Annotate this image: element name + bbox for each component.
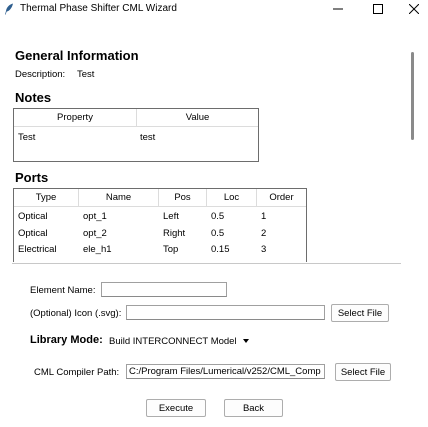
close-button[interactable]: [402, 0, 426, 18]
title-bar: Thermal Phase Shifter CML Wizard: [0, 0, 428, 18]
ports-cell[interactable]: 0.15: [211, 244, 230, 255]
cml-compiler-path-input[interactable]: C:/Program Files/Lumerical/v252/CML_Comp: [126, 364, 325, 379]
ports-cell[interactable]: Optical: [18, 211, 48, 222]
scroll-region[interactable]: General Information Description: Test No…: [0, 18, 428, 262]
icon-label: (Optional) Icon (.svg):: [30, 308, 122, 319]
ports-cell[interactable]: 0.5: [211, 211, 224, 222]
element-name-input[interactable]: [101, 282, 227, 297]
ports-cell[interactable]: Top: [163, 244, 178, 255]
notes-column-header[interactable]: Value: [137, 109, 258, 127]
element-name-label: Element Name:: [30, 285, 96, 296]
close-icon: [409, 4, 419, 14]
library-mode-dropdown[interactable]: Build INTERCONNECT Model: [109, 333, 249, 349]
ports-cell[interactable]: Optical: [18, 228, 48, 239]
ports-cell[interactable]: Left: [163, 211, 179, 222]
ports-column-header[interactable]: Type: [14, 189, 79, 207]
ports-cell[interactable]: opt_2: [83, 228, 107, 239]
chevron-down-icon: [242, 339, 249, 343]
ports-cell[interactable]: 3: [261, 244, 266, 255]
ports-cell[interactable]: 1: [261, 211, 266, 222]
ports-cell[interactable]: Electrical: [18, 244, 57, 255]
section-divider: [12, 263, 401, 264]
description-value: Test: [77, 69, 95, 80]
ports-cell[interactable]: 0.5: [211, 228, 224, 239]
ports-column-header[interactable]: Order: [257, 189, 306, 207]
description-label: Description:: [15, 69, 66, 80]
maximize-button[interactable]: [366, 0, 390, 18]
feather-icon: [4, 3, 14, 15]
notes-cell[interactable]: test: [140, 132, 155, 143]
library-mode-value: Build INTERCONNECT Model: [109, 335, 237, 347]
notes-table[interactable]: Property Value Test test: [13, 108, 259, 162]
icon-path-input[interactable]: [126, 305, 325, 320]
ports-cell[interactable]: opt_1: [83, 211, 107, 222]
notes-cell[interactable]: Test: [18, 132, 35, 143]
notes-heading: Notes: [15, 90, 52, 105]
ports-column-header[interactable]: Name: [79, 189, 159, 207]
window-title: Thermal Phase Shifter CML Wizard: [20, 3, 177, 14]
minimize-button[interactable]: [326, 0, 350, 18]
library-mode-label: Library Mode:: [30, 334, 103, 346]
ports-cell[interactable]: Right: [163, 228, 185, 239]
cml-compiler-path-label: CML Compiler Path:: [34, 367, 120, 378]
ports-table[interactable]: Type Name Pos Loc Order Optical opt_1 Le…: [13, 188, 307, 262]
vertical-scrollbar[interactable]: [411, 52, 414, 140]
ports-cell[interactable]: 2: [261, 228, 266, 239]
general-information-heading: General Information: [15, 48, 139, 63]
ports-column-header[interactable]: Pos: [159, 189, 207, 207]
ports-cell[interactable]: ele_h1: [83, 244, 112, 255]
select-icon-file-button[interactable]: Select File: [331, 304, 389, 322]
execute-button[interactable]: Execute: [146, 399, 206, 417]
select-compiler-file-button[interactable]: Select File: [335, 363, 391, 381]
minimize-icon: [333, 8, 343, 10]
back-button[interactable]: Back: [224, 399, 283, 417]
ports-column-header[interactable]: Loc: [207, 189, 257, 207]
ports-heading: Ports: [15, 170, 49, 185]
notes-column-header[interactable]: Property: [14, 109, 137, 127]
maximize-icon: [373, 4, 383, 14]
